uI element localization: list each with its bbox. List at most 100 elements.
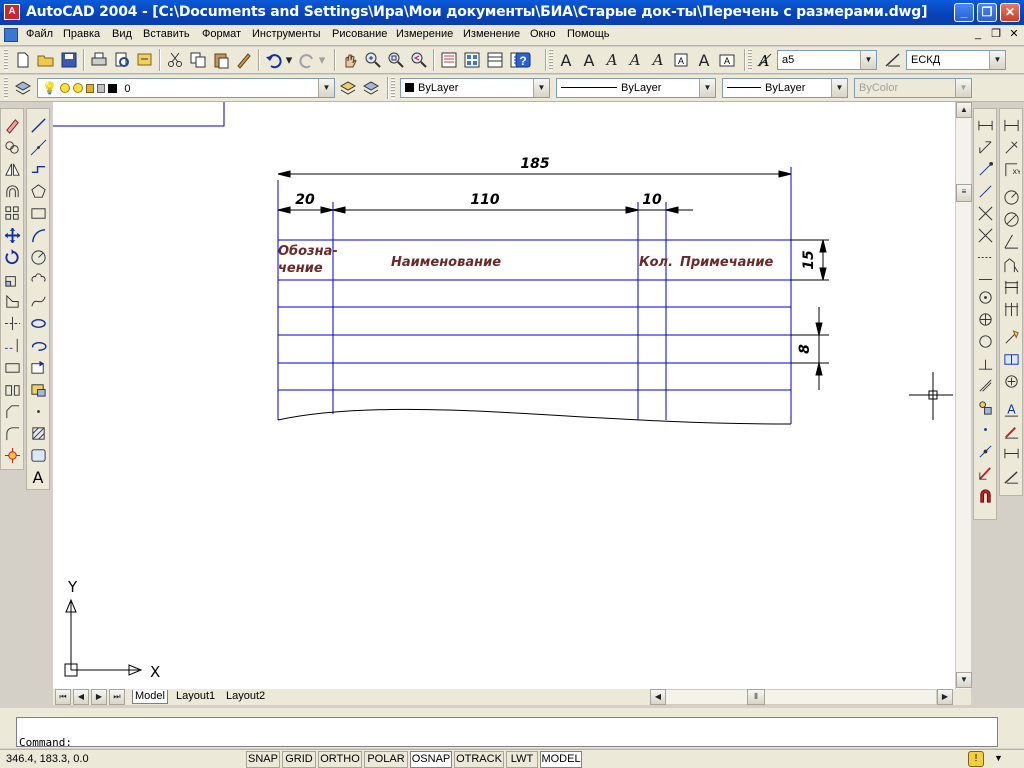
edit-text-icon[interactable]: A (578, 49, 600, 71)
trim-icon[interactable] (1, 313, 23, 333)
stretch-icon[interactable] (1, 291, 23, 311)
quick-dimension-icon[interactable] (974, 247, 996, 267)
menu-dimension[interactable]: Измерение (396, 28, 453, 40)
communication-center-icon[interactable]: ! (968, 751, 984, 767)
menu-modify[interactable]: Изменение (463, 28, 520, 40)
status-menu-chevron-icon[interactable]: ▼ (994, 753, 1003, 763)
paste-icon[interactable] (210, 49, 232, 71)
copy-icon[interactable] (187, 49, 209, 71)
polar-toggle[interactable]: POLAR (364, 751, 408, 768)
dim-radius-icon[interactable] (1000, 187, 1022, 207)
aligned-dimension-icon[interactable] (974, 137, 996, 157)
toolbar-grip[interactable] (748, 49, 752, 71)
publish-icon[interactable] (134, 49, 156, 71)
array-icon[interactable] (1, 203, 23, 223)
center-mark-icon[interactable] (974, 287, 996, 307)
chevron-down-icon[interactable]: ▼ (533, 79, 549, 97)
first-tab-button[interactable]: ⏮ (55, 689, 71, 705)
diameter-dimension-icon[interactable] (974, 203, 996, 223)
region-icon[interactable] (27, 445, 49, 465)
model-toggle[interactable]: MODEL (540, 751, 582, 768)
layer-previous-icon[interactable] (360, 77, 382, 99)
print-icon[interactable] (88, 49, 110, 71)
chevron-down-icon[interactable]: ▼ (831, 79, 847, 97)
dimension-style-select[interactable]: ЕСКД ▼ (906, 50, 1006, 70)
toolbar-grip[interactable] (4, 77, 8, 99)
move-icon[interactable] (1, 225, 23, 245)
scale-text-icon[interactable]: A (670, 49, 692, 71)
dim-center-mark-icon[interactable] (1000, 371, 1022, 391)
chevron-down-icon[interactable]: ▼ (699, 79, 715, 97)
offset-icon[interactable] (1, 181, 23, 201)
mirror-icon[interactable] (1, 159, 23, 179)
grid-toggle[interactable]: GRID (282, 751, 316, 768)
redo-dropdown-icon[interactable]: ▾ (316, 49, 328, 71)
redo-icon[interactable] (296, 49, 318, 71)
radius-dimension-icon[interactable] (974, 181, 996, 201)
dim-tolerance-icon[interactable] (1000, 349, 1022, 369)
cut-icon[interactable] (164, 49, 186, 71)
multiline-text-icon[interactable]: A (27, 467, 49, 487)
linetype-select[interactable]: ByLayer ▼ (556, 78, 716, 98)
break-at-point-icon[interactable] (1, 357, 23, 377)
construction-line-icon[interactable] (27, 137, 49, 157)
tool-palettes-icon[interactable] (484, 49, 506, 71)
dim-continue-icon[interactable] (1000, 299, 1022, 319)
dim-override-icon[interactable] (1000, 467, 1022, 487)
dim-text-icon[interactable]: A (1000, 399, 1022, 419)
undo-dropdown-icon[interactable]: ▾ (283, 49, 295, 71)
explode-icon[interactable] (1, 445, 23, 465)
menu-file[interactable]: Файл (26, 28, 53, 40)
erase-icon[interactable] (1, 115, 23, 135)
undo-icon[interactable] (263, 49, 285, 71)
layer-select[interactable]: 💡 0 ▼ (37, 78, 335, 98)
text-style-manager-icon[interactable]: A (754, 49, 776, 71)
break-icon[interactable] (1, 379, 23, 399)
dim-ordinate-icon[interactable]: XY (1000, 159, 1022, 179)
dim-baseline-icon[interactable] (1000, 277, 1022, 297)
dim-edit-icon[interactable] (1000, 421, 1022, 441)
dim-angular-icon[interactable] (1000, 231, 1022, 251)
area-icon[interactable] (974, 463, 996, 483)
toolbar-grip[interactable] (549, 49, 553, 71)
copy-object-icon[interactable] (1, 137, 23, 157)
polygon-icon[interactable] (27, 181, 49, 201)
menu-format[interactable]: Формат (202, 28, 241, 40)
dim-diameter-icon[interactable] (1000, 209, 1022, 229)
angular-dimension-icon[interactable] (974, 225, 996, 245)
distance-icon[interactable] (974, 441, 996, 461)
scroll-up-button[interactable]: ▲ (956, 102, 972, 118)
print-preview-icon[interactable] (111, 49, 133, 71)
plotstyle-select[interactable]: ByColor ▼ (854, 78, 972, 98)
dim-leader-icon[interactable] (1000, 327, 1022, 347)
ordinate-dimension-icon[interactable] (974, 159, 996, 179)
insert-block-icon[interactable] (27, 357, 49, 377)
polyline-icon[interactable] (27, 159, 49, 179)
help-icon[interactable]: ? (512, 49, 534, 71)
chevron-down-icon[interactable]: ▼ (860, 51, 876, 69)
zoom-previous-icon[interactable] (408, 49, 430, 71)
snap-toggle[interactable]: SNAP (246, 751, 280, 768)
rotate-icon[interactable] (1, 247, 23, 267)
properties-icon[interactable] (438, 49, 460, 71)
mdi-close-button[interactable]: ✕ (1006, 28, 1022, 42)
layer-manager-icon[interactable] (12, 77, 34, 99)
match-properties-icon[interactable] (233, 49, 255, 71)
extend-icon[interactable] (1, 335, 23, 355)
chamfer-icon[interactable] (1, 401, 23, 421)
text-style-icon[interactable]: A (647, 49, 669, 71)
previous-tab-button[interactable]: ◀ (73, 689, 89, 705)
dimension-text-edit-icon[interactable] (974, 375, 996, 395)
lineweight-select[interactable]: ByLayer ▼ (722, 78, 848, 98)
maximize-button[interactable]: ❐ (977, 3, 997, 22)
point-icon[interactable] (27, 401, 49, 421)
new-file-icon[interactable] (12, 49, 34, 71)
dim-quick-icon[interactable] (1000, 255, 1022, 275)
dim-linear-icon[interactable] (1000, 115, 1022, 135)
ortho-toggle[interactable]: ORTHO (318, 751, 362, 768)
chevron-down-icon[interactable]: ▼ (318, 79, 334, 97)
horizontal-scroll-thumb[interactable]: ⦀ (747, 689, 765, 705)
mdi-minimize-button[interactable]: _ (970, 28, 986, 42)
hatch-icon[interactable] (27, 423, 49, 443)
dim-style-edit-icon[interactable] (1000, 443, 1022, 463)
